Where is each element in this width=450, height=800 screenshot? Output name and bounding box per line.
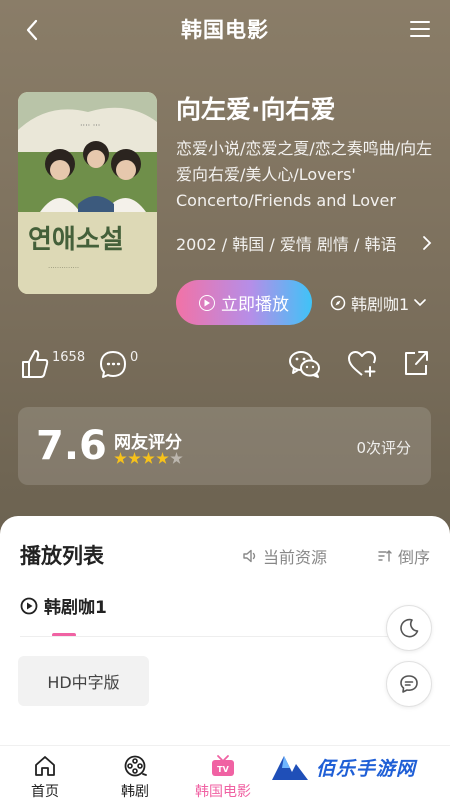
episode-button[interactable]: HD中字版 bbox=[18, 656, 149, 706]
tv-icon: TV bbox=[212, 755, 234, 776]
chat-bubble-icon bbox=[400, 675, 418, 693]
wechat-share-button[interactable] bbox=[288, 348, 322, 380]
star-filled-icon bbox=[142, 452, 155, 464]
svg-text:···· ···: ···· ··· bbox=[80, 121, 100, 130]
chevron-right-icon bbox=[423, 236, 432, 250]
star-empty-icon bbox=[170, 452, 183, 464]
chat-button[interactable] bbox=[386, 661, 432, 707]
comment-icon bbox=[100, 351, 126, 378]
film-reel-icon bbox=[124, 755, 147, 777]
reverse-order-label: 倒序 bbox=[397, 548, 430, 567]
page-title: 韩国电影 bbox=[181, 18, 269, 42]
watermark-text: 佰乐手游网 bbox=[316, 757, 417, 780]
star-filled-icon bbox=[114, 452, 127, 464]
movie-meta: 2002 / 韩国 / 爱情 剧情 / 韩语 bbox=[176, 235, 397, 254]
nav-label-korean-drama: 韩剧 bbox=[121, 784, 149, 800]
watermark-logo: 佰乐手游网 bbox=[270, 752, 416, 782]
play-circle-icon bbox=[20, 597, 38, 614]
favorite-button[interactable] bbox=[346, 348, 378, 380]
playlist-title: 播放列表 bbox=[20, 544, 104, 568]
nav-label-home: 首页 bbox=[31, 784, 59, 800]
current-source-button[interactable]: 当前资源 bbox=[242, 544, 327, 568]
comment-count: 0 bbox=[130, 350, 139, 365]
source-selector-label: 韩剧咖1 bbox=[351, 295, 410, 314]
wechat-icon bbox=[289, 351, 320, 378]
thumbs-up-icon bbox=[22, 350, 49, 378]
share-button[interactable] bbox=[402, 348, 430, 378]
night-mode-button[interactable] bbox=[386, 605, 432, 651]
play-circle-icon bbox=[199, 294, 215, 311]
current-source-label: 当前资源 bbox=[263, 548, 328, 567]
svg-text:··············: ·············· bbox=[48, 264, 79, 272]
movie-meta-row[interactable]: 2002 / 韩国 / 爱情 剧情 / 韩语 bbox=[176, 231, 432, 255]
svg-text:TV: TV bbox=[217, 765, 229, 774]
poster-title-art: 연애소설 bbox=[28, 225, 124, 255]
action-row: 1658 0 bbox=[0, 348, 450, 388]
play-now-label: 立即播放 bbox=[221, 295, 289, 315]
logo-mountain-icon bbox=[272, 756, 308, 780]
movie-aliases: 恋爱小说/恋爱之夏/恋之奏鸣曲/向左爱向右爱/美人心/Lovers' Conce… bbox=[176, 139, 433, 210]
movie-poster: ···· ··· 연애소설 ·············· bbox=[18, 92, 157, 294]
rating-count: 0次评分 bbox=[356, 439, 411, 457]
rating-card: 7.6 网友评分 0次评分 bbox=[18, 407, 431, 485]
nav-item-korean-movie[interactable]: TV 韩国电影 bbox=[188, 754, 258, 800]
source-tab-label: 韩剧咖1 bbox=[44, 598, 107, 618]
movie-title: 向左爱·向右爱 bbox=[176, 95, 336, 124]
home-icon bbox=[35, 756, 55, 776]
external-link-icon bbox=[405, 351, 428, 375]
source-selector[interactable]: 韩剧咖1 bbox=[330, 291, 426, 315]
like-button[interactable]: 1658 bbox=[20, 348, 85, 380]
compass-icon bbox=[330, 295, 346, 311]
star-filled-icon bbox=[128, 452, 141, 464]
like-count: 1658 bbox=[52, 350, 86, 365]
hamburger-icon bbox=[410, 21, 430, 37]
divider bbox=[20, 636, 430, 637]
heart-plus-icon bbox=[348, 351, 376, 377]
chevron-down-icon bbox=[414, 299, 426, 307]
reverse-order-button[interactable]: 倒序 bbox=[377, 544, 430, 568]
nav-item-korean-drama[interactable]: 韩剧 bbox=[100, 754, 170, 800]
nav-label-korean-movie: 韩国电影 bbox=[195, 784, 251, 800]
speaker-icon bbox=[243, 549, 256, 563]
menu-button[interactable] bbox=[408, 18, 432, 40]
source-tab[interactable]: 韩剧咖1 bbox=[20, 593, 107, 618]
comment-button[interactable]: 0 bbox=[98, 348, 138, 380]
sort-icon bbox=[378, 550, 392, 562]
nav-item-home[interactable]: 首页 bbox=[10, 754, 80, 800]
moon-icon bbox=[400, 618, 419, 638]
rating-stars bbox=[114, 452, 183, 465]
rating-label: 网友评分 bbox=[114, 433, 182, 453]
star-filled-icon bbox=[156, 452, 169, 464]
top-bar: 韩国电影 bbox=[0, 0, 450, 60]
play-now-button[interactable]: 立即播放 bbox=[176, 280, 312, 325]
rating-score: 7.6 bbox=[36, 423, 107, 469]
